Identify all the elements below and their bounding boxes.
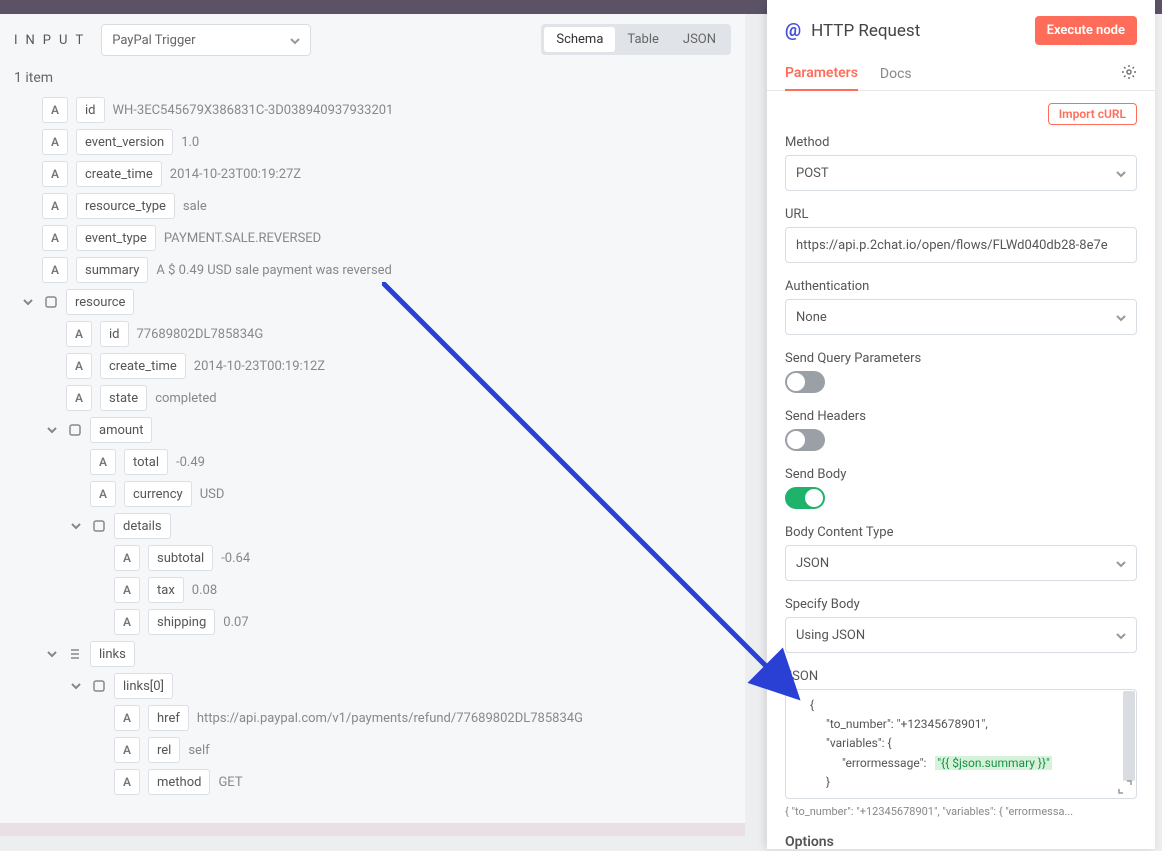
tab-parameters[interactable]: Parameters bbox=[785, 57, 858, 91]
field-event-version: Aevent_version1.0 bbox=[14, 126, 731, 158]
select-auth[interactable]: None bbox=[785, 299, 1137, 335]
field-id: AidWH-3EC545679X386831C-3D03894093793320… bbox=[14, 94, 731, 126]
input-url[interactable] bbox=[785, 227, 1137, 263]
panel-title: HTTP Request bbox=[811, 21, 920, 41]
object-icon bbox=[68, 423, 82, 437]
select-method[interactable]: POST bbox=[785, 155, 1137, 191]
field-resource-type: Aresource_typesale bbox=[14, 190, 731, 222]
chevron-down-icon bbox=[1116, 558, 1126, 568]
field-details[interactable]: details bbox=[14, 510, 731, 542]
label-send-headers: Send Headers bbox=[785, 409, 1137, 424]
toggle-send-query-params[interactable] bbox=[785, 371, 825, 393]
chevron-down-icon bbox=[44, 646, 60, 662]
tab-json[interactable]: JSON bbox=[671, 27, 728, 52]
trigger-value: PayPal Trigger bbox=[112, 33, 195, 48]
object-icon bbox=[92, 519, 106, 533]
chevron-down-icon bbox=[68, 518, 84, 534]
trigger-select[interactable]: PayPal Trigger bbox=[101, 24, 311, 56]
label-specify-body: Specify Body bbox=[785, 597, 1137, 612]
execute-node-button[interactable]: Execute node bbox=[1035, 16, 1137, 45]
tab-table[interactable]: Table bbox=[615, 27, 670, 52]
label-body-content-type: Body Content Type bbox=[785, 525, 1137, 540]
label-json: JSON bbox=[785, 669, 1137, 684]
chevron-down-icon bbox=[1116, 168, 1126, 178]
toggle-send-headers[interactable] bbox=[785, 429, 825, 451]
type-string-icon: A bbox=[42, 97, 68, 123]
chevron-down-icon bbox=[290, 35, 300, 45]
view-tabs: Schema Table JSON bbox=[541, 24, 731, 55]
label-url: URL bbox=[785, 207, 1137, 222]
label-method: Method bbox=[785, 135, 1137, 150]
select-body-content-type[interactable]: JSON bbox=[785, 545, 1137, 581]
gear-icon[interactable] bbox=[1121, 64, 1137, 84]
label-options: Options bbox=[785, 834, 1137, 850]
object-icon bbox=[92, 679, 106, 693]
field-summary: AsummaryA $ 0.49 USD sale payment was re… bbox=[14, 254, 731, 286]
chevron-down-icon bbox=[44, 422, 60, 438]
label-auth: Authentication bbox=[785, 279, 1137, 294]
label-send-query-params: Send Query Parameters bbox=[785, 351, 1137, 366]
schema-tree: AidWH-3EC545679X386831C-3D03894093793320… bbox=[0, 94, 745, 814]
object-icon bbox=[44, 295, 58, 309]
input-column: INPUT PayPal Trigger Schema Table JSON 1… bbox=[0, 14, 745, 836]
label-send-body: Send Body bbox=[785, 467, 1137, 482]
http-at-icon: @ bbox=[785, 20, 801, 41]
expand-icon[interactable] bbox=[1118, 780, 1132, 794]
select-specify-body[interactable]: Using JSON bbox=[785, 617, 1137, 653]
list-icon bbox=[68, 647, 82, 661]
item-count: 1 item bbox=[0, 66, 745, 94]
node-panel: @ HTTP Request Execute node Parameters D… bbox=[767, 0, 1155, 849]
tab-docs[interactable]: Docs bbox=[880, 58, 912, 90]
chevron-down-icon bbox=[20, 294, 36, 310]
field-create-time: Acreate_time2014-10-23T00:19:27Z bbox=[14, 158, 731, 190]
chevron-down-icon bbox=[1116, 630, 1126, 640]
expression-highlight: "{{ $json.summary }}" bbox=[935, 756, 1052, 770]
input-label: INPUT bbox=[14, 33, 91, 48]
json-preview: { "to_number": "+12345678901", "variable… bbox=[785, 805, 1137, 818]
field-links-0[interactable]: links[0] bbox=[14, 670, 731, 702]
field-links[interactable]: links bbox=[14, 638, 731, 670]
chevron-down-icon bbox=[1116, 312, 1126, 322]
footer-bar bbox=[0, 823, 745, 836]
json-editor[interactable]: { "to_number": "+12345678901", "variable… bbox=[785, 689, 1137, 799]
field-event-type: Aevent_typePAYMENT.SALE.REVERSED bbox=[14, 222, 731, 254]
scrollbar[interactable] bbox=[1123, 691, 1135, 781]
import-curl-button[interactable]: Import cURL bbox=[1048, 103, 1137, 125]
chevron-down-icon bbox=[68, 678, 84, 694]
field-resource[interactable]: resource bbox=[14, 286, 731, 318]
toggle-send-body[interactable] bbox=[785, 487, 825, 509]
field-amount[interactable]: amount bbox=[14, 414, 731, 446]
tab-schema[interactable]: Schema bbox=[544, 27, 615, 52]
